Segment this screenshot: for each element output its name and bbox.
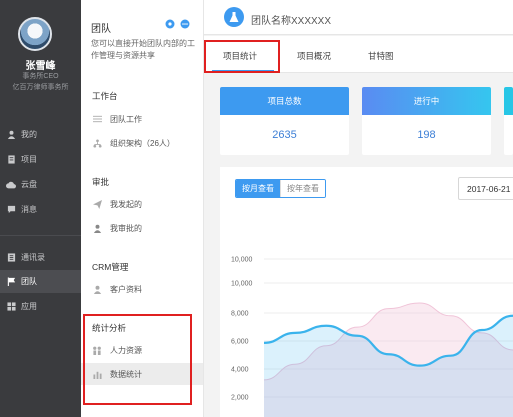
tab-gantt[interactable]: 甘特图 <box>368 50 394 62</box>
nav-item-team[interactable]: 团队 <box>0 270 81 293</box>
nav-item-mine[interactable]: 我的 <box>0 123 81 146</box>
menu-item-org-structure[interactable]: 组织架构（26人） <box>92 132 204 154</box>
flask-icon <box>229 11 239 22</box>
y-axis-ticks: 10,000 10,000 8,000 6,000 4,000 2,000 <box>231 257 253 402</box>
nav-item-contacts[interactable]: 通讯录 <box>0 246 81 269</box>
team-panel-description: 您可以直接开始团队内部的工作管理与资源共享 <box>91 39 195 60</box>
nav-item-messages[interactable]: 消息 <box>0 198 81 221</box>
send-icon <box>92 199 102 209</box>
contacts-icon <box>5 252 17 264</box>
user-name: 张雪峰 <box>25 61 56 72</box>
section-heading-workbench: 工作台 <box>92 91 118 101</box>
nav-item-projects[interactable]: 项目 <box>0 148 81 171</box>
person-icon <box>5 129 17 141</box>
by-month-button[interactable]: 按月查看 <box>236 180 280 197</box>
nav-label: 云盘 <box>21 180 37 189</box>
menu-item-customers[interactable]: 客户资料 <box>92 278 204 300</box>
stat-card-in-progress[interactable]: 进行中 198 <box>362 87 491 155</box>
stat-card-partial <box>504 87 513 155</box>
grid-icon <box>5 301 17 313</box>
stat-label <box>504 87 513 115</box>
nav-label: 通讯录 <box>21 253 45 262</box>
header-bar: 团队名称XXXXXX <box>204 0 513 35</box>
area-chart: 10,000 10,000 8,000 6,000 4,000 2,000 <box>231 257 513 417</box>
stat-value: 2635 <box>272 129 297 141</box>
nav-label: 消息 <box>21 205 37 214</box>
menu-item-label: 我审批的 <box>110 223 142 233</box>
menu-item-label: 客户资料 <box>110 284 142 294</box>
tab-project-overview[interactable]: 项目概况 <box>297 50 331 62</box>
nav-label: 项目 <box>21 155 37 164</box>
stat-value: 198 <box>417 129 436 141</box>
flag-icon <box>5 276 17 288</box>
app-sidebar: 张雪峰 事务所CEO 亿百万律师事务所 我的 项目 云盘 消息 通讯录 团队 应… <box>0 0 81 417</box>
y-tick-label: 4,000 <box>231 367 249 374</box>
date-picker[interactable]: 2017-06-21 <box>458 177 513 200</box>
y-tick-label: 10,000 <box>231 281 253 288</box>
section-heading-approval: 审批 <box>92 177 110 187</box>
avatar[interactable] <box>18 17 52 51</box>
stat-value <box>504 115 513 155</box>
user-company: 亿百万律师事务所 <box>12 84 69 91</box>
menu-item-team-work[interactable]: 团队工作 <box>92 108 204 130</box>
menu-item-label: 组织架构（26人） <box>110 138 175 148</box>
y-tick-label: 6,000 <box>231 339 249 346</box>
stat-card-total[interactable]: 项目总数 2635 <box>220 87 349 155</box>
list-icon <box>92 114 102 124</box>
highlight-box <box>83 314 192 405</box>
menu-item-approved[interactable]: 我审批的 <box>92 217 204 239</box>
document-icon <box>5 154 17 166</box>
nav-label: 团队 <box>21 277 37 286</box>
stat-label: 项目总数 <box>220 87 349 115</box>
y-tick-label: 2,000 <box>231 395 249 402</box>
nav-label: 我的 <box>21 130 37 139</box>
section-heading-crm: CRM管理 <box>92 262 129 272</box>
org-icon <box>92 138 102 148</box>
nav-label: 应用 <box>21 302 37 311</box>
menu-item-label: 我发起的 <box>110 199 142 209</box>
nav-item-apps[interactable]: 应用 <box>0 295 81 318</box>
person-icon <box>92 284 102 294</box>
highlight-box <box>204 40 280 73</box>
chart-panel: 按月查看 按年查看 2017-06-21 10,000 10,000 8,000 6,… <box>220 167 513 417</box>
chat-icon <box>5 204 17 216</box>
nav-item-cloud[interactable]: 云盘 <box>0 173 81 196</box>
menu-item-initiated[interactable]: 我发起的 <box>92 193 204 215</box>
team-logo <box>224 7 244 27</box>
more-icon[interactable] <box>180 19 190 29</box>
view-toggle: 按月查看 按年查看 <box>235 179 326 198</box>
y-tick-label: 8,000 <box>231 311 249 318</box>
chart-series <box>263 302 513 417</box>
menu-item-label: 团队工作 <box>110 114 142 124</box>
nav-divider <box>0 235 81 236</box>
person-icon <box>92 223 102 233</box>
user-title: 事务所CEO <box>22 73 59 80</box>
cloud-icon <box>5 179 17 191</box>
stat-label: 进行中 <box>362 87 491 115</box>
y-tick-label: 10,000 <box>231 257 253 264</box>
team-name: 团队名称XXXXXX <box>251 16 332 27</box>
team-panel-title: 团队 <box>91 24 111 35</box>
by-year-button[interactable]: 按年查看 <box>280 180 325 197</box>
gear-icon[interactable] <box>165 19 175 29</box>
